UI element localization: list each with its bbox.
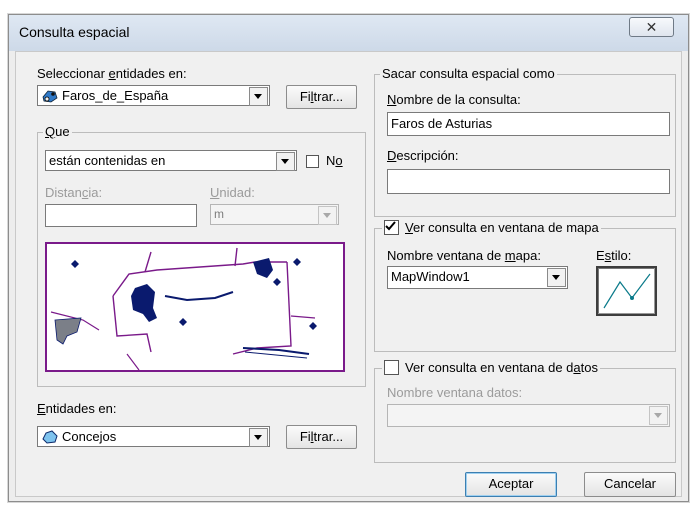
line-style-icon	[603, 273, 651, 309]
data-window-checkbox-label: Ver consulta en ventana de datos	[405, 360, 598, 375]
select-entities-label: Seleccionar entidades en:	[37, 66, 187, 81]
entities-in-label: Entidades en:	[37, 401, 117, 416]
style-label: Estilo:	[596, 248, 632, 263]
dialog-body: Seleccionar entidades en: Faros_de_Españ…	[15, 51, 682, 497]
description-label: Descripción:	[387, 148, 459, 163]
chevron-down-icon[interactable]	[547, 268, 566, 287]
close-button[interactable]: ✕	[629, 17, 674, 37]
unit-combo[interactable]: m	[210, 204, 339, 225]
no-label: No	[326, 153, 343, 168]
chevron-down-icon[interactable]	[249, 87, 268, 106]
close-icon: ✕	[645, 19, 658, 35]
chevron-down-icon[interactable]	[249, 428, 268, 447]
data-window-checkbox[interactable]	[384, 360, 399, 375]
title-bar[interactable]: Consulta espacial ✕	[9, 15, 688, 51]
polygon-layer-icon	[42, 430, 58, 444]
map-window-name-label: Nombre ventana de mapa:	[387, 248, 541, 263]
window-title: Consulta espacial	[19, 24, 130, 40]
distance-field[interactable]	[45, 204, 197, 227]
select-entities-combo[interactable]: Faros_de_España	[37, 85, 270, 106]
query-name-value: Faros de Asturias	[391, 116, 493, 131]
relation-combo[interactable]: están contenidas en	[45, 150, 297, 171]
chevron-down-icon[interactable]	[318, 206, 337, 225]
cancel-button[interactable]: Cancelar	[584, 472, 676, 497]
filter-button-1[interactable]: Filtrar...	[286, 85, 357, 109]
checkmark-icon	[385, 221, 396, 231]
relation-value: están contenidas en	[49, 153, 166, 168]
map-window-checkbox[interactable]	[384, 220, 399, 235]
entities-in-value: Concejos	[62, 429, 117, 444]
select-entities-value: Faros_de_España	[62, 88, 169, 103]
distance-label: Distancia:	[45, 185, 103, 200]
data-window-group-title: Ver consulta en ventana de datos	[382, 360, 600, 375]
data-window-name-label: Nombre ventana datos:	[387, 385, 523, 400]
description-field[interactable]	[387, 169, 670, 194]
unit-label: Unidad:	[210, 185, 255, 200]
output-group-title: Sacar consulta espacial como	[380, 66, 557, 81]
spatial-preview-image	[45, 242, 345, 372]
unit-value: m	[214, 207, 224, 221]
map-window-combo[interactable]: MapWindow1	[387, 266, 568, 289]
points-layer-icon	[42, 90, 58, 103]
que-group-title: Que	[43, 124, 72, 139]
filter-button-2[interactable]: Filtrar...	[286, 425, 357, 449]
consulta-espacial-dialog: Consulta espacial ✕ Seleccionar entidade…	[8, 14, 689, 502]
data-window-combo[interactable]	[387, 404, 670, 427]
preview-map-svg	[50, 247, 317, 371]
no-checkbox[interactable]	[306, 155, 319, 168]
entities-in-combo[interactable]: Concejos	[37, 426, 270, 447]
chevron-down-icon[interactable]	[649, 406, 668, 425]
style-button[interactable]	[596, 266, 657, 316]
query-name-field[interactable]: Faros de Asturias	[387, 112, 670, 136]
map-window-checkbox-label: Ver consulta en ventana de mapa	[405, 220, 599, 235]
map-window-value: MapWindow1	[391, 269, 470, 284]
accept-button[interactable]: Aceptar	[465, 472, 557, 497]
map-window-group-title: Ver consulta en ventana de mapa	[382, 220, 601, 235]
query-name-label: Nombre de la consulta:	[387, 92, 521, 107]
chevron-down-icon[interactable]	[276, 152, 295, 171]
